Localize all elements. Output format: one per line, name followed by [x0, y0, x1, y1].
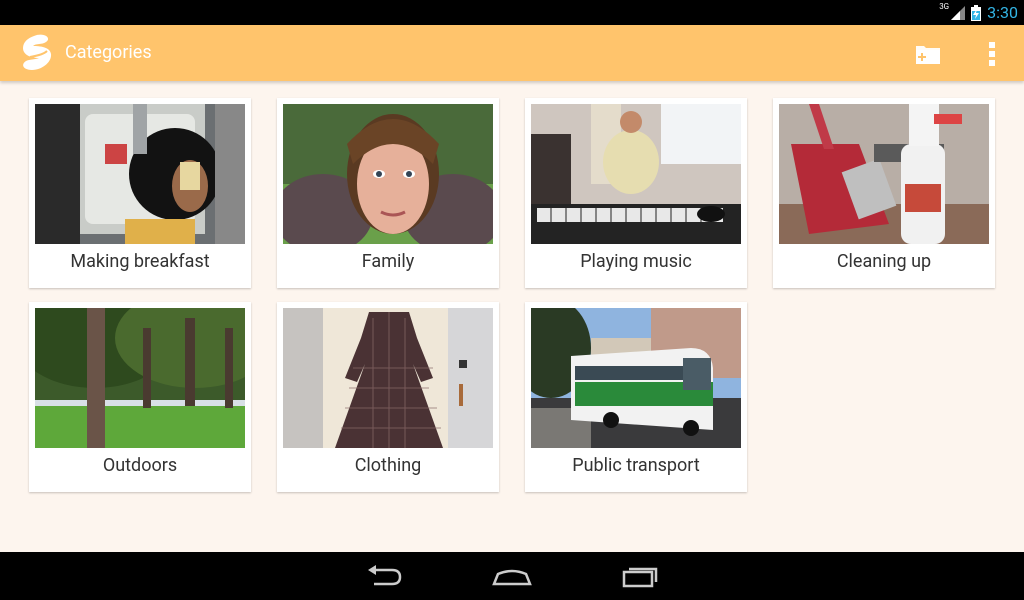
navigation-bar — [0, 552, 1024, 600]
category-card-cleaning-up[interactable]: Cleaning up — [773, 98, 995, 288]
category-card-making-breakfast[interactable]: Making breakfast — [29, 98, 251, 288]
clock: 3:30 — [987, 3, 1018, 22]
overflow-menu-icon[interactable] — [980, 38, 1004, 70]
back-icon[interactable] — [362, 562, 406, 590]
category-thumbnail — [283, 104, 493, 244]
signal-icon — [951, 5, 966, 20]
category-label: Playing music — [580, 251, 692, 272]
app-logo[interactable] — [20, 34, 56, 72]
action-bar: Categories — [0, 25, 1024, 81]
recent-apps-icon[interactable] — [618, 562, 662, 590]
home-icon[interactable] — [490, 562, 534, 590]
category-card-playing-music[interactable]: Playing music — [525, 98, 747, 288]
category-thumbnail — [35, 308, 245, 448]
category-thumbnail — [35, 104, 245, 244]
category-card-family[interactable]: Family — [277, 98, 499, 288]
category-thumbnail — [283, 308, 493, 448]
category-label: Making breakfast — [70, 251, 210, 272]
category-label: Outdoors — [102, 455, 178, 476]
category-label: Family — [361, 251, 415, 272]
category-card-clothing[interactable]: Clothing — [277, 302, 499, 492]
category-label: Clothing — [354, 455, 422, 476]
status-bar: 3G 3:30 — [0, 0, 1024, 25]
category-thumbnail — [531, 308, 741, 448]
category-thumbnail — [779, 104, 989, 244]
category-card-public-transport[interactable]: Public transport — [525, 302, 747, 492]
add-folder-icon[interactable] — [912, 38, 944, 70]
category-thumbnail — [531, 104, 741, 244]
category-label: Public transport — [572, 455, 700, 476]
network-type-label: 3G — [939, 2, 950, 11]
category-label: Cleaning up — [836, 251, 932, 272]
page-title: Categories — [65, 42, 152, 63]
status-icons: 3G 3:30 — [939, 0, 1018, 25]
category-card-outdoors[interactable]: Outdoors — [29, 302, 251, 492]
battery-icon — [971, 4, 982, 21]
